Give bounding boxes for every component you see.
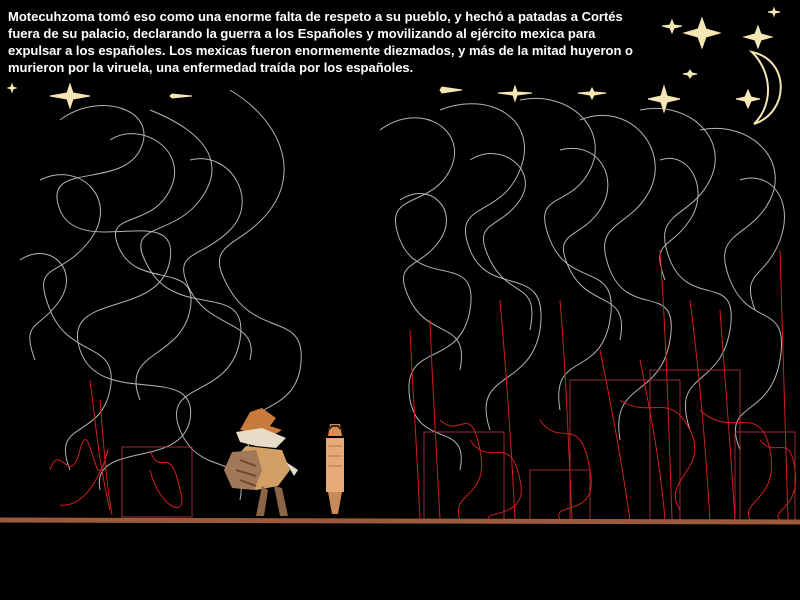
- narration-line: fuera de su palacio, declarando la guerr…: [8, 26, 596, 41]
- narration-line: Motecuhzoma tomó eso como una enorme fal…: [8, 9, 623, 24]
- game-scene: Motecuhzoma tomó eso como una enorme fal…: [0, 0, 800, 600]
- narration-line: murieron por la viruela, una enfermedad …: [8, 60, 414, 75]
- cortes-sprite: [224, 408, 298, 516]
- motecuhzoma-sprite: [326, 424, 344, 514]
- character-sprites: [224, 408, 344, 516]
- narration-text: Motecuhzoma tomó eso como una enorme fal…: [8, 8, 648, 76]
- narration-line: expulsar a los españoles. Los mexicas fu…: [8, 43, 633, 58]
